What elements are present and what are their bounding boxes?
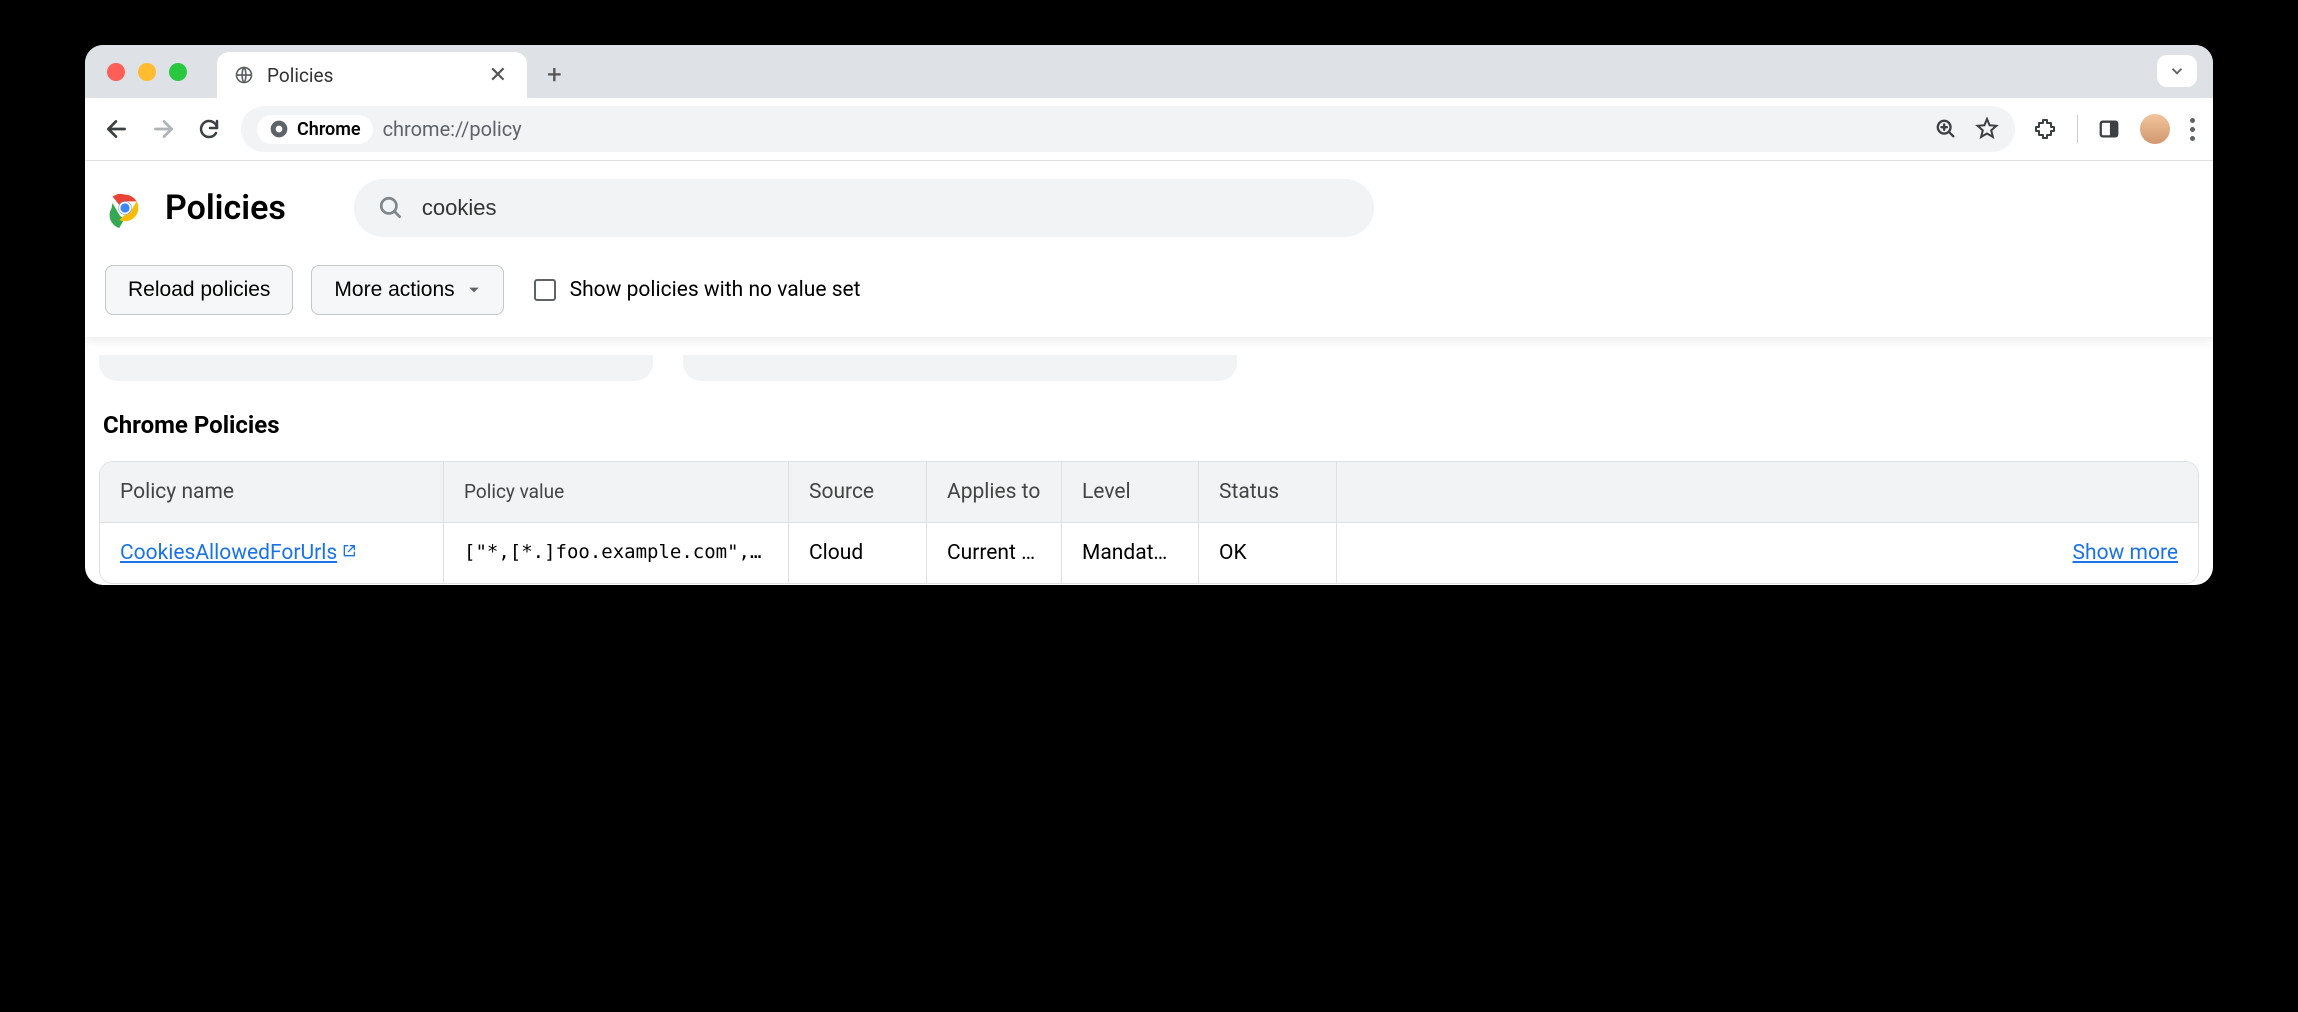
policy-search[interactable]	[354, 179, 1374, 237]
th-action	[1337, 462, 2198, 522]
tab-title: Policies	[267, 64, 473, 87]
menu-button[interactable]	[2190, 118, 2195, 141]
globe-icon	[233, 64, 255, 86]
td-policy-name: CookiesAllowedForUrls	[100, 523, 444, 583]
profile-avatar[interactable]	[2140, 114, 2170, 144]
close-tab-button[interactable]: ✕	[485, 63, 511, 88]
sidepanel-icon[interactable]	[2098, 118, 2120, 140]
th-policy-name: Policy name	[100, 462, 444, 522]
more-actions-button[interactable]: More actions	[311, 265, 503, 315]
policies-table: Policy name Policy value Source Applies …	[99, 461, 2199, 584]
extensions-icon[interactable]	[2033, 117, 2057, 141]
reload-button[interactable]	[195, 115, 223, 143]
reload-policies-button[interactable]: Reload policies	[105, 265, 293, 315]
url-text: chrome://policy	[383, 117, 522, 141]
page-content: Policies Reload policies More actions	[85, 161, 2213, 585]
address-bar[interactable]: Chrome chrome://policy	[241, 106, 2015, 152]
browser-tab[interactable]: Policies ✕	[217, 52, 527, 98]
search-icon	[378, 195, 404, 221]
forward-button[interactable]	[149, 115, 177, 143]
external-link-icon	[341, 541, 357, 565]
th-policy-value: Policy value	[444, 462, 789, 522]
page-title: Policies	[165, 188, 286, 228]
info-card	[99, 355, 653, 381]
content-header: Policies Reload policies More actions	[85, 161, 2213, 337]
titlebar: Policies ✕ +	[85, 45, 2213, 98]
bookmark-icon[interactable]	[1975, 117, 1999, 141]
th-level: Level	[1062, 462, 1199, 522]
minimize-window-button[interactable]	[138, 63, 156, 81]
show-more-link[interactable]: Show more	[2073, 541, 2178, 565]
table-row: CookiesAllowedForUrls ["*,[*.]foo.exampl…	[100, 522, 2198, 583]
td-level: Mandatory	[1062, 523, 1199, 583]
td-applies: Current …	[927, 523, 1062, 583]
table-header-row: Policy name Policy value Source Applies …	[100, 462, 2198, 522]
site-chip-label: Chrome	[297, 119, 361, 140]
th-status: Status	[1199, 462, 1337, 522]
toolbar: Chrome chrome://policy	[85, 98, 2213, 161]
chrome-logo-icon	[105, 188, 145, 228]
dropdown-icon	[467, 283, 481, 297]
close-window-button[interactable]	[107, 63, 125, 81]
info-card	[683, 355, 1237, 381]
section-title: Chrome Policies	[99, 411, 2199, 439]
show-no-value-checkbox[interactable]	[534, 279, 556, 301]
td-status: OK	[1199, 523, 1337, 583]
td-source: Cloud	[789, 523, 927, 583]
site-chip[interactable]: Chrome	[257, 115, 373, 144]
tabs-dropdown-button[interactable]	[2157, 55, 2197, 87]
browser-window: Policies ✕ + Chrome chrome://policy	[85, 45, 2213, 585]
new-tab-button[interactable]: +	[547, 60, 562, 98]
th-source: Source	[789, 462, 927, 522]
th-applies: Applies to	[927, 462, 1062, 522]
chrome-icon	[269, 119, 289, 139]
window-controls	[107, 63, 187, 81]
td-policy-value: ["*,[*.]foo.example.com","*,[*.…	[444, 523, 789, 583]
maximize-window-button[interactable]	[169, 63, 187, 81]
policy-name-link[interactable]: CookiesAllowedForUrls	[120, 541, 337, 565]
zoom-icon[interactable]	[1935, 118, 1957, 140]
pill-strip	[99, 355, 2199, 381]
divider	[2077, 115, 2078, 143]
td-action: Show more	[1337, 523, 2198, 583]
policy-search-input[interactable]	[422, 195, 1350, 221]
checkbox-label: Show policies with no value set	[570, 278, 861, 302]
back-button[interactable]	[103, 115, 131, 143]
